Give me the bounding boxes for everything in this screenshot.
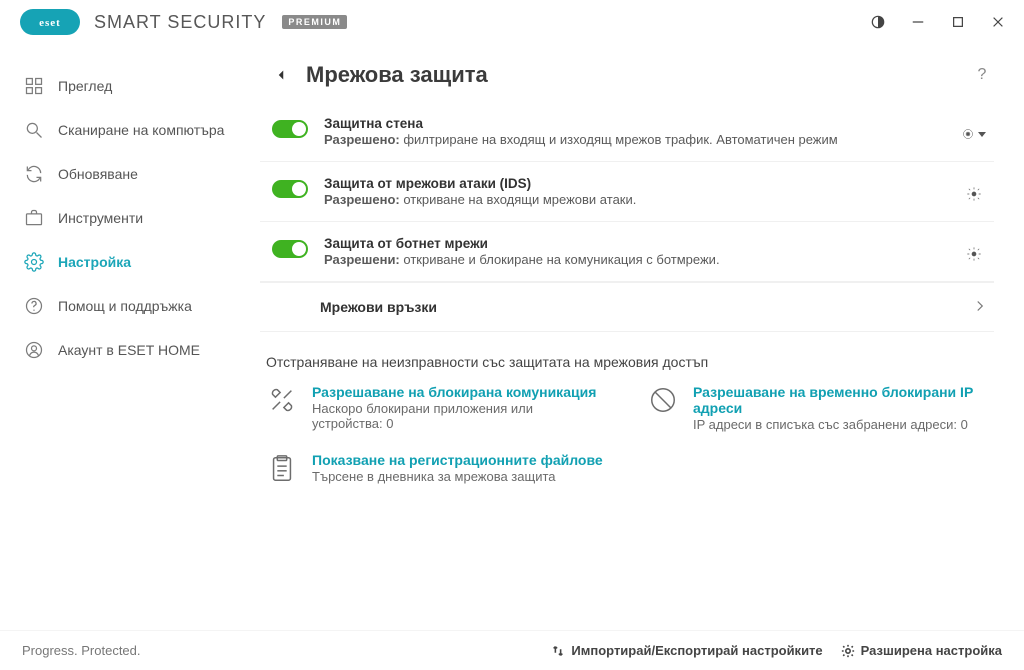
sidebar-item-tools[interactable]: Инструменти (0, 196, 250, 240)
setting-firewall: Защитна стена Разрешено: филтриране на в… (260, 102, 994, 162)
network-connections-row[interactable]: Мрежови връзки (260, 282, 994, 332)
minimize-button[interactable] (898, 7, 938, 37)
import-export-icon (551, 644, 565, 658)
sidebar-item-label: Преглед (58, 78, 112, 94)
titlebar: eset SMART SECURITY PREMIUM (0, 0, 1024, 44)
blocked-icon (647, 384, 679, 416)
close-button[interactable] (978, 7, 1018, 37)
page-title: Мрежова защита (306, 62, 488, 88)
sidebar-item-update[interactable]: Обновяване (0, 152, 250, 196)
setting-title: Защитна стена (324, 116, 962, 131)
troubleshoot-desc: Търсене в дневника за мрежова защита (312, 469, 603, 484)
briefcase-icon (24, 208, 44, 228)
page-header: Мрежова защита ? (260, 44, 994, 102)
help-icon (24, 296, 44, 316)
troubleshoot-title: Показване на регистрационните файлове (312, 452, 603, 468)
clipboard-icon (266, 452, 298, 484)
setting-ids: Защита от мрежови атаки (IDS) Разрешено:… (260, 162, 994, 222)
sidebar-item-label: Сканиране на компютъра (58, 122, 224, 138)
setting-title: Защита от ботнет мрежи (324, 236, 962, 251)
sidebar-item-label: Обновяване (58, 166, 138, 182)
sidebar-item-label: Помощ и поддръжка (58, 298, 192, 314)
magnifier-icon (24, 120, 44, 140)
setting-title: Защита от мрежови атаки (IDS) (324, 176, 962, 191)
gear-icon (841, 644, 855, 658)
sidebar-item-help[interactable]: Помощ и поддръжка (0, 284, 250, 328)
eset-logo-icon: eset (20, 9, 80, 35)
setting-desc: Разрешено: откриване на входящи мрежови … (324, 192, 962, 207)
user-icon (24, 340, 44, 360)
toggle-firewall[interactable] (272, 120, 308, 138)
refresh-icon (24, 164, 44, 184)
grid-icon (24, 76, 44, 96)
tools-cross-icon (266, 384, 298, 416)
import-export-button[interactable]: Импортирай/Експортирай настройките (551, 643, 822, 658)
gear-icon (24, 252, 44, 272)
troubleshoot-view-logs[interactable]: Показване на регистрационните файлове Тъ… (266, 452, 607, 484)
brand-name: SMART SECURITY (94, 12, 266, 33)
troubleshoot-title: Разрешаване на временно блокирани IP адр… (693, 384, 988, 416)
gear-dropdown-icon[interactable] (962, 122, 986, 146)
gear-icon[interactable] (962, 242, 986, 266)
sidebar-item-label: Акаунт в ESET HOME (58, 342, 200, 358)
footer-tagline: Progress. Protected. (22, 643, 141, 658)
brand-logo: eset SMART SECURITY PREMIUM (20, 9, 347, 35)
toggle-ids[interactable] (272, 180, 308, 198)
troubleshoot-desc: IP адреси в списъка със забранени адреси… (693, 417, 988, 432)
premium-badge: PREMIUM (282, 15, 347, 29)
sidebar-item-label: Инструменти (58, 210, 143, 226)
footer: Progress. Protected. Импортирай/Експорти… (0, 630, 1024, 670)
troubleshoot-desc: Наскоро блокирани приложения или устройс… (312, 401, 607, 431)
troubleshoot-title: Разрешаване на блокирана комуникация (312, 384, 607, 400)
help-question-icon[interactable]: ? (970, 63, 994, 87)
setting-desc: Разрешени: откриване и блокиране на кому… (324, 252, 962, 267)
setting-desc: Разрешено: филтриране на входящ и изходя… (324, 132, 962, 147)
link-row-label: Мрежови връзки (320, 299, 437, 315)
sidebar-item-overview[interactable]: Преглед (0, 64, 250, 108)
toggle-botnet[interactable] (272, 240, 308, 258)
sidebar-item-account[interactable]: Акаунт в ESET HOME (0, 328, 250, 372)
sidebar: Преглед Сканиране на компютъра Обновяван… (0, 44, 250, 630)
svg-text:eset: eset (39, 17, 61, 29)
sidebar-item-setup[interactable]: Настройка (0, 240, 250, 284)
back-arrow-icon[interactable] (270, 64, 292, 86)
troubleshoot-unblock-comm[interactable]: Разрешаване на блокирана комуникация Нас… (266, 384, 607, 432)
sidebar-item-scan[interactable]: Сканиране на компютъра (0, 108, 250, 152)
sidebar-item-label: Настройка (58, 254, 131, 270)
contrast-icon[interactable] (858, 7, 898, 37)
main-panel: Мрежова защита ? Защитна стена Разрешено… (250, 44, 1024, 630)
maximize-button[interactable] (938, 7, 978, 37)
troubleshoot-unblock-ip[interactable]: Разрешаване на временно блокирани IP адр… (647, 384, 988, 432)
gear-icon[interactable] (962, 182, 986, 206)
setting-botnet: Защита от ботнет мрежи Разрешени: открив… (260, 222, 994, 282)
troubleshoot-heading: Отстраняване на неизправности със защита… (260, 332, 994, 380)
chevron-right-icon (974, 299, 986, 315)
window-controls (858, 7, 1018, 37)
troubleshoot-grid: Разрешаване на блокирана комуникация Нас… (260, 380, 994, 488)
advanced-setup-button[interactable]: Разширена настройка (841, 643, 1002, 658)
